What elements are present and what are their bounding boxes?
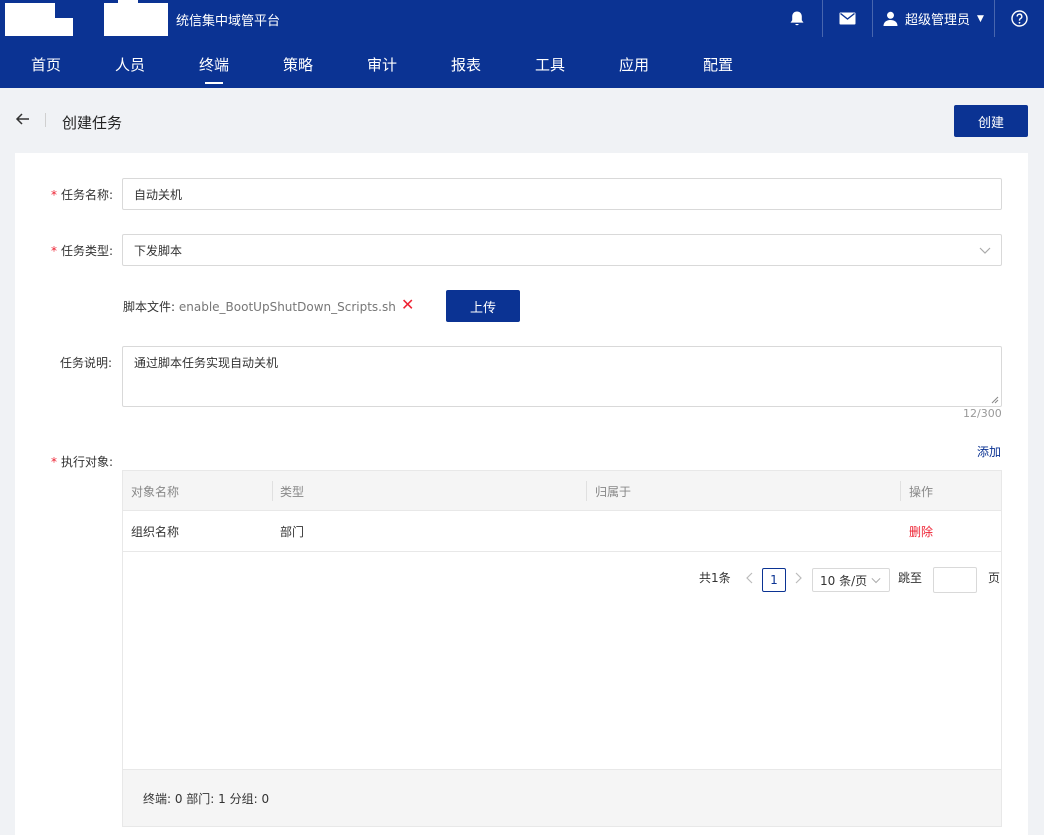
nav-item-terminal[interactable]: 终端 [199, 54, 229, 84]
targets-label: * 执行对象: [51, 455, 114, 469]
task-name-input[interactable]: 自动关机 [122, 178, 1002, 210]
page-size-select[interactable]: 10 条/页 [812, 568, 890, 592]
help-icon [1011, 10, 1028, 27]
messages-button[interactable] [822, 0, 872, 37]
next-page-icon[interactable] [793, 572, 803, 584]
table-header: 对象名称 类型 归属于 操作 [123, 471, 1001, 511]
targets-summary: 终端: 0 部门: 1 分组: 0 [143, 792, 270, 806]
notifications-button[interactable] [772, 0, 822, 37]
page-number-current[interactable]: 1 [762, 568, 786, 592]
task-desc-value: 通过脚本任务实现自动关机 [134, 356, 279, 370]
script-file-name: enable_BootUpShutDown_Scripts.sh [178, 300, 396, 314]
cell-object-name: 组织名称 [131, 525, 180, 539]
pagination-total: 共1条 [699, 571, 731, 585]
chevron-down-icon [871, 577, 881, 584]
add-target-link[interactable]: 添加 [977, 443, 1001, 460]
brand-logo [5, 3, 55, 36]
help-button[interactable] [994, 0, 1044, 37]
delete-row-button[interactable]: 删除 [909, 523, 933, 540]
col-divider [586, 481, 587, 501]
nav-item-policy[interactable]: 策略 [283, 54, 313, 75]
mail-icon [839, 12, 856, 25]
page-title: 创建任务 [62, 114, 123, 132]
page-header: 创建任务 创建 [0, 88, 1044, 153]
task-type-label: * 任务类型: [51, 244, 114, 258]
nav-item-config[interactable]: 配置 [703, 54, 733, 75]
top-right-toolbar: 超级管理员 ▼ [772, 0, 1044, 37]
create-button[interactable]: 创建 [954, 105, 1028, 137]
upload-button[interactable]: 上传 [446, 290, 520, 322]
col-action: 操作 [909, 485, 934, 499]
nav-item-audit[interactable]: 审计 [367, 54, 397, 75]
required-mark: * [51, 244, 57, 258]
back-arrow-icon[interactable] [14, 110, 32, 128]
product-logo-part [118, 0, 138, 3]
targets-table: 对象名称 类型 归属于 操作 组织名称 部门 删除 共1条 1 10 条/页 跳… [122, 470, 1002, 827]
brand-logo-part [55, 18, 73, 36]
nav-item-people[interactable]: 人员 [115, 54, 145, 75]
main-nav: 首页 人员 终端 策略 审计 报表 工具 应用 配置 [0, 37, 1044, 88]
remove-file-icon[interactable]: ✕ [401, 297, 414, 313]
platform-title: 统信集中域管平台 [176, 14, 281, 29]
script-file-row: 脚本文件: enable_BootUpShutDown_Scripts.sh [123, 298, 396, 315]
prev-page-icon[interactable] [745, 572, 755, 584]
required-mark: * [51, 455, 57, 469]
header-divider [45, 113, 46, 127]
required-mark: * [51, 188, 57, 202]
col-object-name: 对象名称 [131, 485, 180, 499]
form-card: * 任务名称: 自动关机 * 任务类型: 下发脚本 脚本文件: enable_Boo… [15, 153, 1028, 835]
col-divider [900, 481, 901, 501]
col-type: 类型 [280, 485, 305, 499]
targets-summary-bar: 终端: 0 部门: 1 分组: 0 [123, 769, 1001, 826]
page-size-value: 10 条/页 [820, 573, 868, 588]
nav-item-apps[interactable]: 应用 [619, 54, 649, 75]
nav-item-tools[interactable]: 工具 [535, 54, 565, 75]
resize-handle-icon[interactable] [991, 396, 999, 404]
task-type-value: 下发脚本 [134, 243, 183, 258]
top-bar: 统信集中域管平台 超级管理员 ▼ 首页 人员 终端 策略 审计 报表 工具 应用… [0, 0, 1044, 88]
user-menu[interactable]: 超级管理员 ▼ [872, 0, 994, 37]
bell-icon [790, 11, 804, 26]
task-type-select[interactable]: 下发脚本 [122, 234, 1002, 266]
jump-page-input[interactable] [933, 567, 977, 593]
chevron-down-icon [979, 247, 991, 254]
nav-item-home[interactable]: 首页 [31, 54, 61, 75]
cell-type: 部门 [280, 525, 305, 539]
task-name-label: * 任务名称: [51, 188, 114, 202]
page-suffix-label: 页 [988, 571, 1001, 585]
task-desc-textarea[interactable]: 通过脚本任务实现自动关机 [122, 346, 1002, 407]
user-icon [883, 11, 898, 26]
col-owner: 归属于 [595, 485, 632, 499]
task-desc-label: 任务说明: [60, 356, 113, 370]
char-counter: 12/300 [963, 407, 1002, 420]
table-row: 组织名称 部门 删除 [123, 511, 1001, 552]
caret-down-icon: ▼ [977, 13, 984, 24]
product-logo [104, 3, 168, 36]
nav-item-reports[interactable]: 报表 [451, 54, 481, 75]
script-file-label: 脚本文件: [123, 300, 176, 314]
task-name-value: 自动关机 [134, 187, 183, 202]
col-divider [272, 481, 273, 501]
jump-label: 跳至 [898, 571, 923, 585]
user-name: 超级管理员 [905, 13, 971, 28]
